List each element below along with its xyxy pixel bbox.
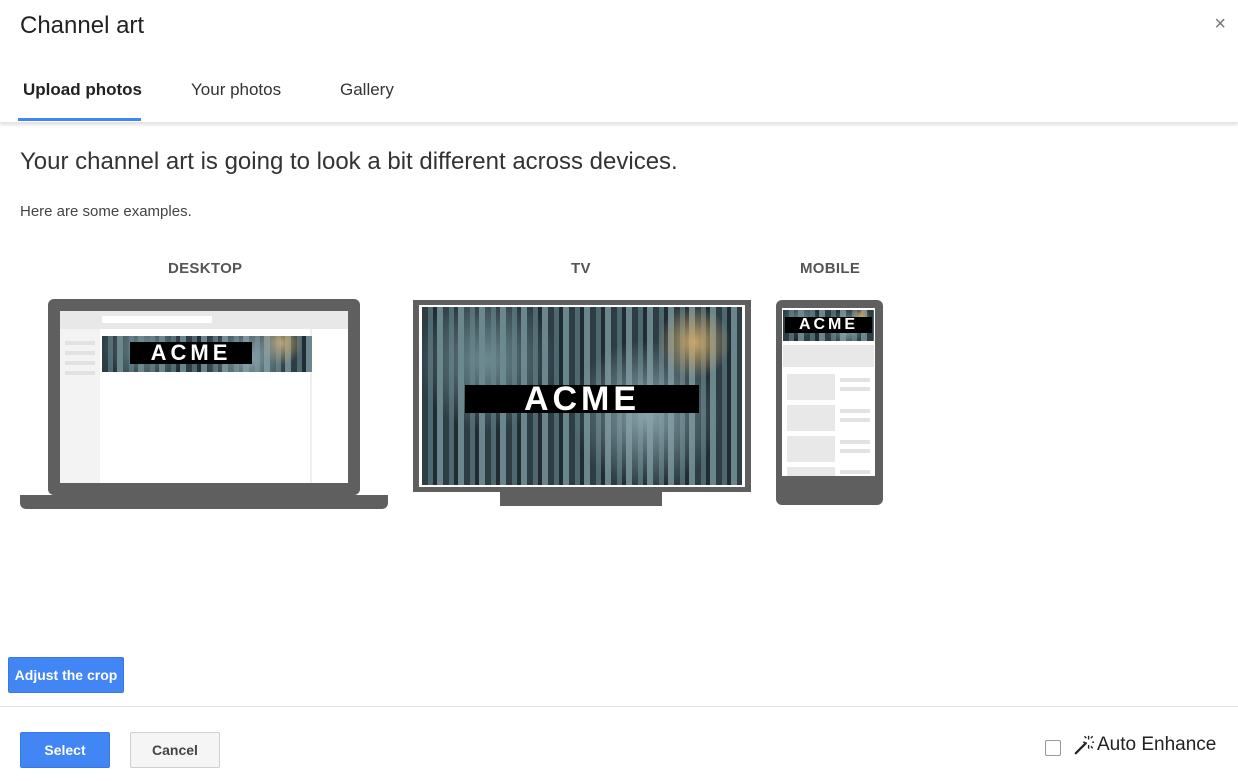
tv-preview: ACME: [413, 300, 751, 506]
auto-enhance-control: Auto Enhance: [1045, 734, 1216, 756]
mobile-banner-text: ACME: [785, 316, 872, 333]
desktop-label: DESKTOP: [168, 260, 243, 277]
mobile-label: MOBILE: [800, 260, 861, 277]
tab-bar: Upload photos Your photos Gallery: [0, 70, 1238, 123]
dialog-title: Channel art: [20, 12, 145, 39]
desktop-preview: ACME: [20, 299, 388, 511]
tv-banner-image: ACME: [422, 307, 742, 485]
auto-enhance-checkbox[interactable]: [1045, 740, 1061, 756]
adjust-crop-button[interactable]: Adjust the crop: [8, 657, 124, 693]
preview-headline: Your channel art is going to look a bit …: [20, 148, 678, 175]
mobile-banner-image: ACME: [783, 310, 874, 341]
close-icon[interactable]: ×: [1214, 14, 1226, 34]
laptop-display: ACME: [60, 311, 348, 483]
phone-display: ACME: [782, 308, 875, 476]
auto-enhance-label: Auto Enhance: [1097, 734, 1217, 755]
tv-stand: [500, 492, 662, 506]
select-button[interactable]: Select: [20, 732, 110, 768]
tv-banner-text: ACME: [465, 380, 699, 418]
tv-label: TV: [571, 260, 591, 277]
laptop-base: [20, 495, 388, 509]
cancel-button[interactable]: Cancel: [130, 732, 220, 768]
desktop-banner-image: ACME: [102, 336, 312, 372]
footer-divider: [0, 706, 1238, 707]
tab-upload-photos[interactable]: Upload photos: [23, 80, 142, 100]
active-tab-indicator: [18, 118, 141, 121]
desktop-banner-text: ACME: [130, 340, 252, 365]
mobile-preview: ACME: [776, 300, 883, 505]
magic-wand-icon: [1074, 735, 1095, 755]
tab-your-photos[interactable]: Your photos: [191, 80, 281, 100]
preview-subtext: Here are some examples.: [20, 203, 192, 220]
tab-gallery[interactable]: Gallery: [340, 80, 394, 100]
